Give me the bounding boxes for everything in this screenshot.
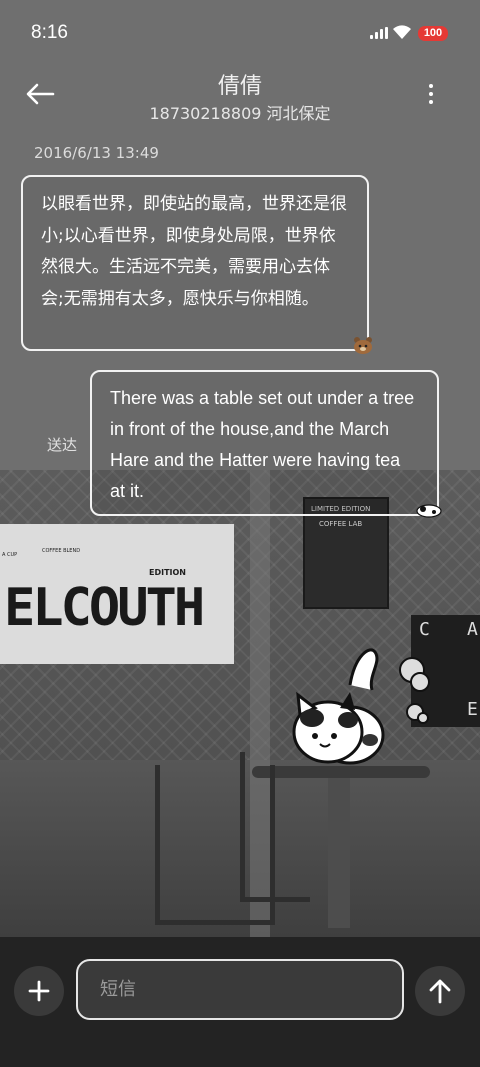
wifi-icon (393, 25, 411, 39)
poster-line2: COFFEE LAB (319, 520, 363, 528)
status-time: 8:16 (31, 22, 68, 43)
add-attachment-button[interactable] (14, 966, 64, 1016)
message-timestamp: 2016/6/13 13:49 (34, 144, 159, 162)
outgoing-message-text: There was a table set out under a tree i… (110, 388, 415, 501)
sign-small-left: A CUP (2, 552, 18, 558)
message-input[interactable] (76, 959, 404, 1020)
incoming-message-text: 以眼看世界，即使站的最高，世界还是很小;以心看世界，即使身处局限，世界依然很大。… (41, 194, 347, 309)
more-vertical-icon (429, 84, 433, 88)
sign-small-mid: COFFEE BLEND (42, 548, 81, 554)
contact-subtitle: 18730218809 河北保定 (149, 104, 331, 123)
battery-icon: 100 (418, 26, 448, 41)
bear-sticker-icon (354, 337, 372, 354)
sign-tag: EDITION (148, 568, 186, 577)
board-letter: C (419, 619, 430, 640)
wallpaper-table-leg (328, 778, 350, 928)
status-bar: 8:16 100 (0, 0, 480, 64)
send-button[interactable] (415, 966, 465, 1016)
signal-icon (370, 27, 388, 39)
arrow-up-icon (429, 979, 451, 1004)
back-button[interactable] (20, 76, 60, 112)
delivery-status: 送达 (47, 436, 78, 454)
arrow-left-icon (26, 83, 55, 105)
cat-sticker-icon (416, 504, 442, 518)
cat-sticker-icon (292, 648, 430, 765)
plus-icon (28, 980, 50, 1002)
contact-name: 倩倩 (217, 74, 262, 99)
board-letter: A (467, 619, 478, 640)
more-options-button[interactable] (418, 78, 444, 110)
sign-text: ELCOUTH (4, 578, 205, 638)
wallpaper-sign: A CUP COFFEE BLEND EDITION ELCOUTH (0, 524, 234, 664)
incoming-message-bubble[interactable]: 以眼看世界，即使站的最高，世界还是很小;以心看世界，即使身处局限，世界依然很大。… (21, 175, 369, 351)
outgoing-message-bubble[interactable]: There was a table set out under a tree i… (90, 370, 439, 516)
board-letter: E (467, 699, 478, 720)
